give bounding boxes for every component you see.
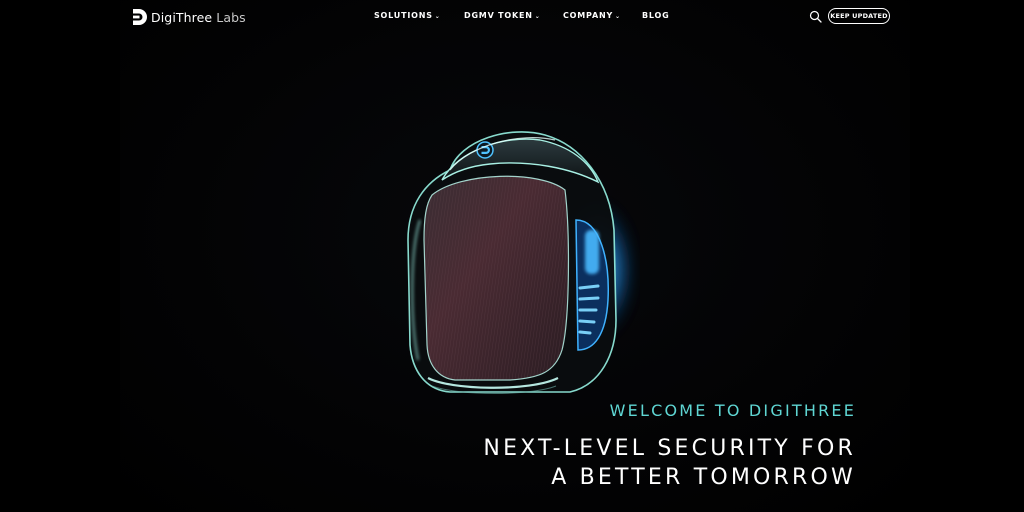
nav-item-label: SOLUTIONS (374, 11, 433, 20)
nav-item-blog[interactable]: BLOG (642, 11, 669, 20)
chevron-down-icon: ⌄ (534, 13, 541, 20)
nav-item-solutions[interactable]: SOLUTIONS ⌄ (374, 11, 464, 20)
nav-item-label: BLOG (642, 11, 670, 20)
chevron-down-icon: ⌄ (434, 13, 441, 20)
chevron-down-icon: ⌄ (615, 13, 621, 20)
brand-name: DigiThree Labs (151, 10, 246, 25)
nav-item-dgmv-token[interactable]: DGMV TOKEN ⌄ (464, 11, 563, 20)
hero-title-line-1: NEXT-LEVEL SECURITY FOR (483, 436, 856, 461)
nav-item-label: DGMV TOKEN (464, 11, 533, 20)
keep-updated-button[interactable]: KEEP UPDATED (828, 8, 890, 24)
nav-item-company[interactable]: COMPANY ⌄ (563, 11, 642, 20)
brand-name-bold: DigiThree (151, 9, 213, 25)
main-nav: SOLUTIONS ⌄ DGMV TOKEN ⌄ COMPANY ⌄ BLOG (374, 11, 669, 20)
digithree-logo-icon (133, 9, 147, 25)
search-icon[interactable] (809, 10, 822, 23)
brand-logo-link[interactable]: DigiThree Labs (131, 8, 246, 26)
hero-kicker: WELCOME TO DIGITHREE (609, 401, 856, 420)
site-header: DigiThree Labs SOLUTIONS ⌄ DGMV TOKEN ⌄ … (0, 0, 1024, 34)
nav-item-label: COMPANY (563, 11, 614, 20)
hero-title-line-2: A BETTER TOMORROW (551, 465, 856, 490)
hardware-wallet-device-illustration (407, 131, 636, 394)
hero-title: NEXT-LEVEL SECURITY FOR A BETTER TOMORRO… (483, 434, 856, 492)
brand-name-light: Labs (212, 9, 246, 25)
